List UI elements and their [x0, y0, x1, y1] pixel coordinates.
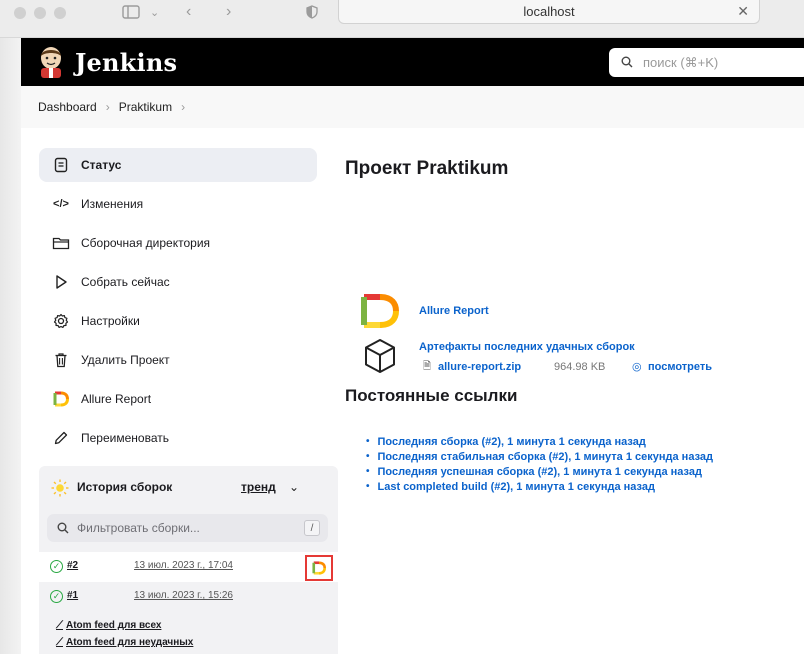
build-history-title: История сборок — [77, 480, 173, 494]
view-artifact-link[interactable]: посмотреть — [648, 361, 712, 373]
pencil-icon — [52, 429, 70, 447]
sidebar-item-workspace[interactable]: Сборочная директория — [39, 226, 317, 260]
allure-report-build-icon[interactable] — [305, 555, 333, 581]
sidebar-item-label: Изменения — [81, 197, 144, 211]
jenkins-logo-icon[interactable] — [37, 46, 65, 78]
artifacts-link[interactable]: Артефакты последних удачных сборок — [419, 341, 635, 353]
browser-toolbar: ⌄ ‹ › localhost ✕ — [0, 0, 804, 38]
permalink-last-successful[interactable]: Последняя успешная сборка (#2), 1 минута… — [366, 464, 713, 479]
sidebar-item-allure-report[interactable]: Allure Report — [39, 382, 317, 416]
build-date-link[interactable]: 13 июл. 2023 г., 17:04 — [134, 560, 233, 571]
sidebar-item-label: Удалить Проект — [81, 353, 170, 367]
rss-icon: ⟋ — [56, 620, 63, 631]
permalink-last-stable[interactable]: Последняя стабильная сборка (#2), 1 мину… — [366, 449, 713, 464]
window-edge — [0, 38, 21, 654]
artifact-file-link[interactable]: allure-report.zip — [438, 361, 521, 373]
address-text: localhost — [523, 4, 575, 19]
filter-builds-input[interactable]: Фильтровать сборки... / — [47, 514, 328, 542]
success-check-icon: ✓ — [50, 560, 63, 573]
zoom-window-button[interactable] — [54, 7, 66, 19]
rss-icon: ⟋ — [56, 637, 63, 648]
permalink-last-completed[interactable]: Last completed build (#2), 1 минута 1 се… — [366, 479, 713, 494]
sidebar-toggle-icon[interactable] — [122, 0, 140, 24]
allure-report-row: Allure Report — [360, 293, 780, 329]
minimize-window-button[interactable] — [34, 7, 46, 19]
search-icon — [57, 522, 69, 534]
sidebar-item-label: Сборочная директория — [81, 236, 211, 250]
sun-weather-icon — [51, 479, 69, 502]
jenkins-header: Jenkins поиск (⌘+K) — [21, 38, 804, 86]
back-icon[interactable]: ‹ — [186, 0, 191, 24]
main-content: Проект Praktikum Allure Report Артефакты… — [330, 128, 804, 654]
atom-feed-failed-link[interactable]: ⟋ Atom feed для неудачных — [56, 637, 193, 648]
build-row[interactable]: ✓ #2 13 июл. 2023 г., 17:04 — [39, 552, 338, 582]
permalink-last-build[interactable]: Последняя сборка (#2), 1 минута 1 секунд… — [366, 434, 713, 449]
atom-feed-all-link[interactable]: ⟋ Atom feed для всех — [56, 620, 161, 631]
package-box-icon — [365, 339, 395, 373]
build-history-panel: История сборок тренд ⌄ Фильтровать сборк… — [39, 466, 338, 654]
sidebar-item-configure[interactable]: Настройки — [39, 304, 317, 338]
atom-feeds: ⟋ Atom feed для всех ⟋ Atom feed для неуда… — [39, 620, 338, 654]
trend-link[interactable]: тренд — [241, 480, 276, 494]
artifacts-section: Артефакты последних удачных сборок 🗎 all… — [360, 336, 800, 380]
search-placeholder: поиск (⌘+K) — [643, 54, 719, 70]
breadcrumb: Dashboard › Praktikum › — [21, 86, 804, 128]
artifact-file-size: 964.98 KB — [554, 361, 606, 373]
sidebar-item-rename[interactable]: Переименовать — [39, 421, 317, 455]
sidebar-item-changes[interactable]: </> Изменения — [39, 187, 317, 221]
breadcrumb-chevron-icon[interactable]: › — [106, 100, 110, 114]
allure-icon — [52, 390, 70, 408]
build-date-link[interactable]: 13 июл. 2023 г., 15:26 — [134, 590, 233, 601]
sidebar-item-status[interactable]: Статус — [39, 148, 317, 182]
build-number-link[interactable]: #2 — [67, 560, 78, 571]
success-check-icon: ✓ — [50, 590, 63, 603]
file-icon: 🗎 — [423, 361, 432, 372]
permalinks-list: Последняя сборка (#2), 1 минута 1 секунд… — [366, 434, 713, 494]
sidebar-item-label: Allure Report — [81, 392, 152, 406]
build-history-header: История сборок тренд ⌄ — [39, 466, 338, 510]
sidebar: Статус </> Изменения Сборочная директори… — [21, 128, 338, 654]
filter-shortcut-key: / — [304, 520, 320, 536]
filter-placeholder: Фильтровать сборки... — [77, 521, 200, 535]
chevron-down-icon[interactable]: ⌄ — [289, 480, 299, 494]
fingerprint-icon: ◎ — [632, 361, 642, 373]
code-icon: </> — [53, 198, 69, 210]
folder-icon — [52, 234, 70, 252]
page-title: Проект Praktikum — [345, 158, 509, 179]
build-row[interactable]: ✓ #1 13 июл. 2023 г., 15:26 — [39, 582, 338, 612]
breadcrumb-project[interactable]: Praktikum — [119, 100, 172, 114]
sidebar-item-label: Собрать сейчас — [81, 275, 170, 289]
close-window-button[interactable] — [14, 7, 26, 19]
privacy-shield-icon[interactable] — [306, 0, 318, 24]
sidebar-item-build-now[interactable]: Собрать сейчас — [39, 265, 317, 299]
forward-icon[interactable]: › — [226, 0, 231, 24]
sidebar-item-label: Переименовать — [81, 431, 169, 445]
search-icon — [621, 55, 633, 71]
gear-icon — [52, 312, 70, 330]
permalinks-title: Постоянные ссылки — [345, 386, 518, 405]
search-input[interactable]: поиск (⌘+K) — [609, 48, 804, 77]
allure-report-logo-icon[interactable] — [360, 293, 400, 329]
build-number-link[interactable]: #1 — [67, 590, 78, 601]
close-tab-icon[interactable]: ✕ — [737, 3, 749, 20]
play-icon — [52, 273, 70, 291]
jenkins-wordmark[interactable]: Jenkins — [75, 48, 177, 77]
sidebar-item-delete-project[interactable]: Удалить Проект — [39, 343, 317, 377]
breadcrumb-dashboard[interactable]: Dashboard — [38, 100, 97, 114]
allure-report-link[interactable]: Allure Report — [419, 305, 489, 317]
address-bar[interactable]: localhost ✕ — [338, 0, 760, 24]
breadcrumb-chevron-icon[interactable]: › — [181, 100, 185, 114]
tab-overview-chevron-icon[interactable]: ⌄ — [150, 0, 159, 24]
status-icon — [52, 156, 70, 174]
trash-icon — [52, 351, 70, 369]
sidebar-item-label: Статус — [81, 158, 122, 172]
sidebar-item-label: Настройки — [81, 314, 140, 328]
